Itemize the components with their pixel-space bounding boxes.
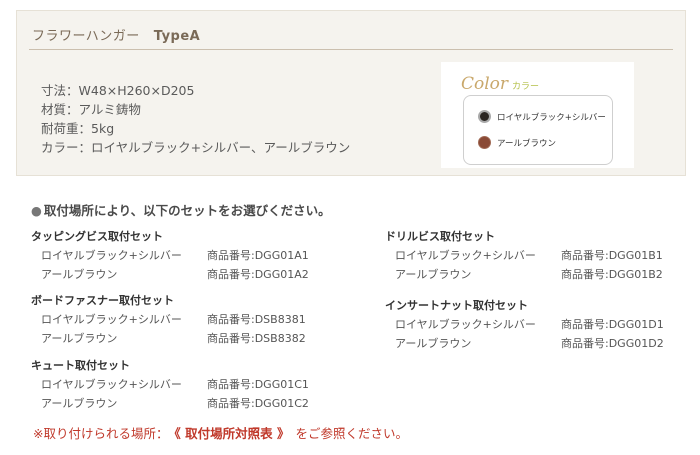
set-item: ロイヤルブラック+シルバー 商品番号:DSB8381 — [31, 310, 306, 329]
set-title: キュート取付セット — [31, 359, 130, 372]
set-item-code: 商品番号:DGG01A2 — [207, 268, 309, 281]
set-item-code: 商品番号:DGG01B1 — [561, 249, 663, 262]
product-name: フラワーハンガー — [32, 29, 140, 44]
swatch-black-icon — [478, 110, 491, 123]
set-item-code: 商品番号:DGG01B2 — [561, 268, 663, 281]
set-item: アールブラウン 商品番号:DGG01D2 — [385, 334, 664, 353]
mounting-table-link[interactable]: 《 取付場所対照表 》 — [174, 426, 289, 441]
set-title: ドリルビス取付セット — [385, 230, 495, 243]
bullet-icon: ● — [31, 203, 42, 218]
set-item: ロイヤルブラック+シルバー 商品番号:DGG01A1 — [31, 246, 309, 265]
swatch-label-brown: アールブラウン — [497, 138, 556, 149]
set-title: タッピングビス取付セット — [31, 230, 163, 243]
color-swatch-box: Color カラー ロイヤルブラック+シルバー アールブラウン — [441, 62, 634, 168]
set-item: アールブラウン 商品番号:DGG01B2 — [385, 265, 663, 284]
swatch-brown-icon — [478, 136, 491, 149]
set-item: ロイヤルブラック+シルバー 商品番号:DGG01D1 — [385, 315, 664, 334]
set-item-color: アールブラウン — [41, 332, 118, 345]
set-title: ボードファスナー取付セット — [31, 294, 174, 307]
set-item: アールブラウン 商品番号:DGG01A2 — [31, 265, 309, 284]
set-item-color: ロイヤルブラック+シルバー — [395, 249, 536, 262]
set-tapping-screw: タッピングビス取付セット ロイヤルブラック+シルバー 商品番号:DGG01A1 … — [31, 228, 309, 284]
swatch-card: ロイヤルブラック+シルバー アールブラウン — [463, 95, 613, 165]
title-divider — [29, 49, 673, 50]
mounting-note: ※取り付けられる場所： 《 取付場所対照表 》をご参照ください。 — [33, 423, 408, 442]
set-item-color: ロイヤルブラック+シルバー — [41, 249, 182, 262]
set-item: ロイヤルブラック+シルバー 商品番号:DGG01B1 — [385, 246, 663, 265]
set-item-color: アールブラウン — [395, 268, 472, 281]
spec-list: 寸法：W48×H260×D205 材質：アルミ鋳物 耐荷重：5kg カラー：ロイ… — [41, 81, 350, 157]
set-title: インサートナット取付セット — [385, 299, 528, 312]
product-title: フラワーハンガー TypeA — [32, 25, 200, 44]
set-drill-screw: ドリルビス取付セット ロイヤルブラック+シルバー 商品番号:DGG01B1 アー… — [385, 228, 663, 284]
set-board-fastener: ボードファスナー取付セット ロイヤルブラック+シルバー 商品番号:DSB8381… — [31, 292, 306, 348]
set-item-code: 商品番号:DGG01C2 — [207, 397, 309, 410]
set-item-color: アールブラウン — [41, 268, 118, 281]
set-item-color: ロイヤルブラック+シルバー — [41, 378, 182, 391]
color-title-en: Color — [461, 74, 509, 94]
set-item: アールブラウン 商品番号:DGG01C2 — [31, 394, 309, 413]
set-item: アールブラウン 商品番号:DSB8382 — [31, 329, 306, 348]
set-item-code: 商品番号:DSB8381 — [207, 313, 306, 326]
color-title-jp: カラー — [512, 82, 540, 92]
color-heading: Color カラー — [461, 74, 539, 94]
note-prefix: ※取り付けられる場所： — [33, 426, 169, 441]
swatch-row-black: ロイヤルブラック+シルバー — [478, 110, 606, 123]
spec-dimensions: 寸法：W48×H260×D205 — [41, 83, 195, 98]
set-item-color: ロイヤルブラック+シルバー — [395, 318, 536, 331]
set-item: ロイヤルブラック+シルバー 商品番号:DGG01C1 — [31, 375, 309, 394]
product-type: TypeA — [153, 29, 201, 44]
swatch-label-black: ロイヤルブラック+シルバー — [497, 112, 606, 123]
spec-panel: フラワーハンガー TypeA 寸法：W48×H260×D205 材質：アルミ鋳物 … — [16, 10, 686, 176]
set-cute: キュート取付セット ロイヤルブラック+シルバー 商品番号:DGG01C1 アール… — [31, 357, 309, 413]
set-item-code: 商品番号:DSB8382 — [207, 332, 306, 345]
set-item-code: 商品番号:DGG01D1 — [561, 318, 664, 331]
set-item-color: アールブラウン — [41, 397, 118, 410]
spec-material: 材質：アルミ鋳物 — [41, 102, 141, 117]
sets-heading: ● 取付場所により、以下のセットをお選びください。 — [31, 200, 331, 219]
note-suffix: をご参照ください。 — [295, 426, 408, 441]
spec-load: 耐荷重：5kg — [41, 121, 115, 136]
set-item-color: ロイヤルブラック+シルバー — [41, 313, 182, 326]
set-insert-nut: インサートナット取付セット ロイヤルブラック+シルバー 商品番号:DGG01D1… — [385, 297, 664, 353]
spec-colors: カラー：ロイヤルブラック+シルバー、アールブラウン — [41, 140, 351, 155]
set-item-code: 商品番号:DGG01A1 — [207, 249, 309, 262]
sets-heading-text: 取付場所により、以下のセットをお選びください。 — [43, 203, 331, 218]
swatch-row-brown: アールブラウン — [478, 136, 556, 149]
set-item-code: 商品番号:DGG01D2 — [561, 337, 664, 350]
set-item-color: アールブラウン — [395, 337, 472, 350]
set-item-code: 商品番号:DGG01C1 — [207, 378, 309, 391]
